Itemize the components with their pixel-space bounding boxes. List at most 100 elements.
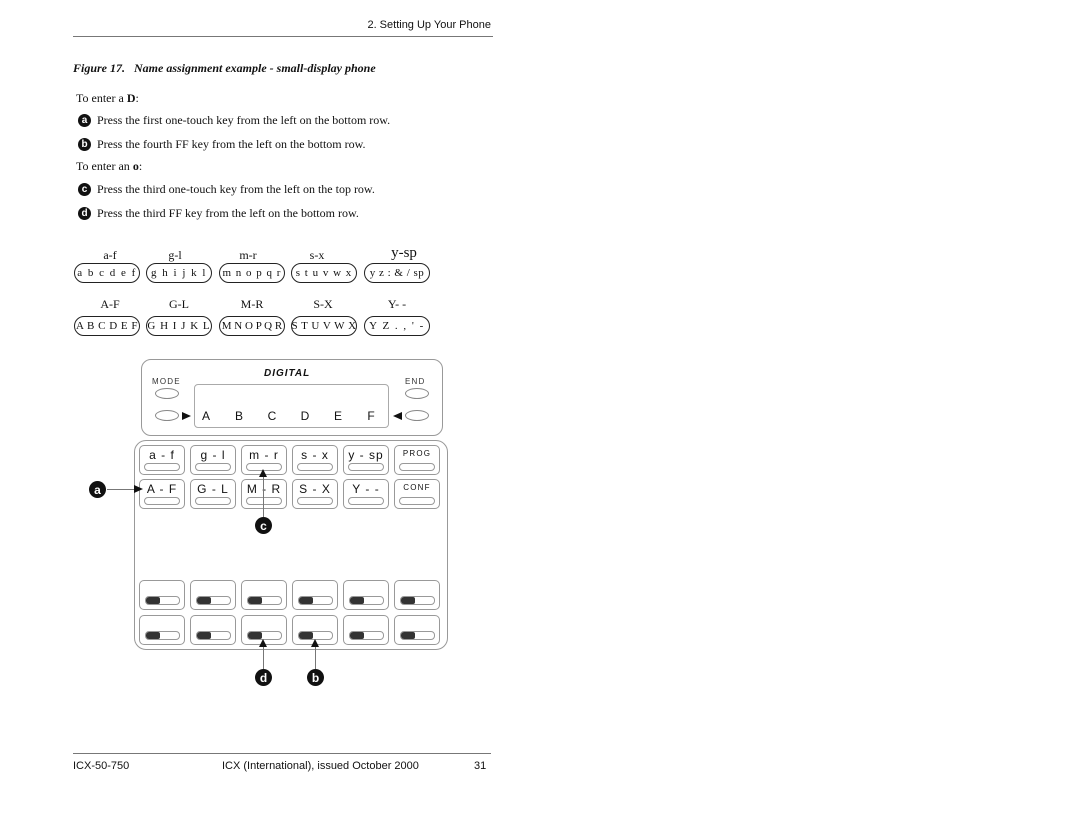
prog-key[interactable]: PROG — [394, 445, 440, 475]
conf-key[interactable]: CONF — [394, 479, 440, 509]
ff-slot — [349, 631, 384, 640]
callout-a-line — [107, 489, 135, 490]
group-label: Y- - — [387, 297, 407, 311]
key-label: G - L — [197, 482, 229, 496]
key-slot — [348, 497, 384, 505]
led-indicator — [401, 597, 415, 604]
key-slot — [195, 497, 231, 505]
key-label: a - f — [149, 448, 175, 462]
callout-c-line — [263, 477, 264, 517]
figure-caption: Figure 17. Name assignment example - sma… — [73, 61, 376, 75]
group-label: s-x — [309, 248, 325, 262]
led-indicator — [248, 632, 262, 639]
ff-slot — [196, 631, 231, 640]
key-slot — [195, 463, 231, 471]
enter-d-heading: To enter a D: — [76, 91, 139, 106]
footer-doc-id: ICX-50-750 — [73, 760, 130, 772]
callout-d-line — [263, 647, 264, 669]
ff-key[interactable] — [139, 580, 185, 610]
ff-key[interactable] — [343, 580, 389, 610]
right-arrow-icon — [182, 412, 191, 420]
ff-key[interactable] — [394, 580, 440, 610]
brand-logo: DIGITAL — [264, 368, 311, 379]
enter-o-prefix: To enter an — [76, 159, 133, 173]
ff-key[interactable] — [343, 615, 389, 645]
callout-c-arrow-icon — [259, 469, 267, 477]
one-touch-key-a-f[interactable]: a - f — [139, 445, 185, 475]
scroll-left-button[interactable] — [155, 410, 179, 421]
group-label: G-L — [169, 297, 189, 311]
ff-slot — [400, 596, 435, 605]
letter-pill: y z : & / sp — [364, 263, 430, 283]
display-char: F — [367, 409, 375, 423]
led-indicator — [146, 597, 160, 604]
callout-a-icon: a — [89, 481, 106, 498]
ff-key[interactable] — [292, 580, 338, 610]
enter-d-prefix: To enter a — [76, 91, 127, 105]
led-indicator — [350, 597, 364, 604]
key-slot — [144, 463, 180, 471]
one-touch-key-M-R[interactable]: M - R — [241, 479, 287, 509]
led-indicator — [350, 632, 364, 639]
callout-b-line — [315, 647, 316, 669]
key-label: M - R — [246, 482, 282, 496]
key-slot — [297, 497, 333, 505]
callout-b-arrow-icon — [311, 639, 319, 647]
mode-label: MODE — [152, 377, 181, 386]
left-arrow-icon — [393, 412, 402, 420]
ff-slot — [298, 596, 333, 605]
letter-pill: g h i j k l — [146, 263, 212, 283]
display-char: E — [333, 409, 342, 423]
ff-key[interactable] — [190, 580, 236, 610]
scroll-right-button[interactable] — [405, 410, 429, 421]
group-label: M-R — [240, 297, 264, 311]
ff-slot — [196, 596, 231, 605]
display-chars: A B C D E F — [198, 409, 379, 423]
ff-key[interactable] — [139, 615, 185, 645]
ff-slot — [247, 596, 282, 605]
badge-d-icon: d — [78, 207, 91, 220]
end-label: END — [405, 377, 426, 386]
step-a-text: Press the first one-touch key from the l… — [97, 113, 391, 127]
header-rule — [73, 36, 493, 37]
badge-b-icon: b — [78, 138, 91, 151]
badge-a-icon: a — [78, 114, 91, 127]
display-char: A — [201, 409, 210, 423]
ff-key[interactable] — [241, 580, 287, 610]
callout-d-icon: d — [255, 669, 272, 686]
one-touch-key-Y[interactable]: Y - - — [343, 479, 389, 509]
one-touch-key-g-l[interactable]: g - l — [190, 445, 236, 475]
one-touch-key-S-X[interactable]: S - X — [292, 479, 338, 509]
step-c-text: Press the third one-touch key from the l… — [97, 182, 375, 196]
key-label: Y - - — [352, 482, 380, 496]
ff-key[interactable] — [394, 615, 440, 645]
one-touch-key-G-L[interactable]: G - L — [190, 479, 236, 509]
enter-o-heading: To enter an o: — [76, 159, 142, 174]
display-char: D — [300, 409, 310, 423]
page-number: 31 — [474, 760, 487, 772]
key-label: CONF — [403, 483, 431, 492]
one-touch-key-y-sp[interactable]: y - sp — [343, 445, 389, 475]
group-label: S-X — [313, 297, 333, 311]
step-d-text: Press the third FF key from the left on … — [97, 206, 359, 220]
group-label: y-sp — [391, 245, 417, 261]
ff-slot — [145, 596, 180, 605]
ff-slot — [349, 596, 384, 605]
step-d: d Press the third FF key from the left o… — [78, 206, 359, 221]
letter-pill: s t u v w x — [291, 263, 357, 283]
mode-button[interactable] — [155, 388, 179, 399]
one-touch-key-A-F[interactable]: A - F — [139, 479, 185, 509]
step-c: c Press the third one-touch key from the… — [78, 182, 375, 197]
letter-pill: M N O P Q R — [219, 316, 285, 336]
ff-key[interactable] — [190, 615, 236, 645]
key-label: g - l — [200, 448, 226, 462]
key-slot — [297, 463, 333, 471]
one-touch-key-s-x[interactable]: s - x — [292, 445, 338, 475]
letter-pill: S T U V W X — [291, 316, 357, 336]
led-indicator — [401, 632, 415, 639]
step-a: a Press the first one-touch key from the… — [78, 113, 390, 128]
key-slot — [348, 463, 384, 471]
callout-a-arrow-icon — [134, 485, 143, 493]
end-button[interactable] — [405, 388, 429, 399]
letter-pill: G H I J K L — [146, 316, 212, 336]
